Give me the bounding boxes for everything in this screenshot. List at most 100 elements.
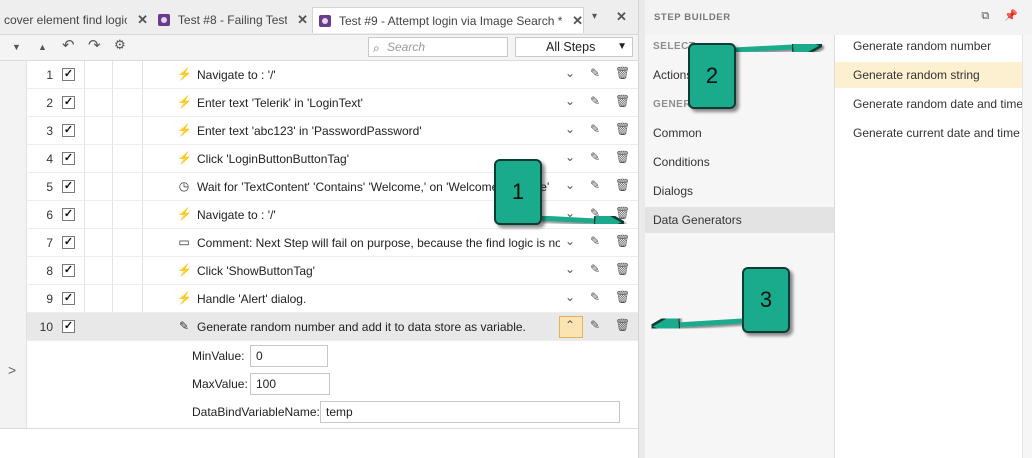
max-value-label: MaxValue:: [192, 377, 248, 391]
document-tab-strip: cover element find logic ✕ Test #8 - Fai…: [0, 0, 638, 35]
step-row[interactable]: 9 ✓ ⚡ Handle 'Alert' dialog. ⌄ ✎ 🗑: [27, 285, 638, 313]
delete-trash-icon[interactable]: 🗑: [615, 178, 630, 192]
delete-trash-icon[interactable]: 🗑: [615, 234, 630, 248]
close-document-icon[interactable]: ✕: [616, 9, 627, 25]
chevron-down-icon[interactable]: ⌄: [565, 66, 575, 80]
chevron-down-icon: ▼: [617, 41, 627, 52]
step-enabled-checkbox[interactable]: ✓: [62, 236, 75, 249]
move-down-icon[interactable]: ▼: [12, 42, 21, 52]
edit-pencil-icon[interactable]: ✎: [590, 262, 600, 276]
category-dialogs[interactable]: Dialogs: [645, 178, 834, 204]
step-builder-title: STEP BUILDER: [654, 12, 731, 23]
tab-close-icon[interactable]: ✕: [572, 13, 583, 29]
databind-variable-input[interactable]: temp: [320, 401, 620, 423]
step-enabled-checkbox[interactable]: ✓: [62, 96, 75, 109]
edit-pencil-icon[interactable]: ✎: [590, 234, 600, 248]
move-up-icon[interactable]: ▲: [38, 42, 47, 52]
filter-selected-value: All Steps: [546, 40, 596, 54]
tab-test-8-failing-test[interactable]: Test #8 - Failing Test ✕: [158, 7, 308, 33]
tab-cover-element-find-logic[interactable]: cover element find logic ✕: [0, 7, 148, 33]
redo-icon[interactable]: ↷: [88, 36, 101, 54]
step-row[interactable]: 2 ✓ ⚡ Enter text 'Telerik' in 'LoginText' ⌄ ✎…: [27, 89, 638, 117]
edit-pencil-icon[interactable]: ✎: [590, 94, 600, 108]
search-input[interactable]: ⌕ Search: [368, 37, 508, 57]
step-builder-scrollbar[interactable]: [1022, 35, 1032, 458]
step-row[interactable]: 8 ✓ ⚡ Click 'ShowButtonTag' ⌄ ✎ 🗑: [27, 257, 638, 285]
step-number: 3: [46, 124, 53, 138]
step-description: Generate random number and add it to dat…: [197, 320, 526, 334]
steps-toolbar: ▼ ▲ ↶ ↷ ⚙ ⌕ Search All Steps ▼: [0, 35, 638, 61]
step-row[interactable]: 10 ✓ ✎ Generate random number and add it to…: [27, 313, 638, 341]
chevron-down-icon[interactable]: ⌄: [565, 234, 575, 248]
delete-trash-icon[interactable]: 🗑: [615, 66, 630, 80]
chevron-down-icon[interactable]: ⌄: [565, 150, 575, 164]
category-actions[interactable]: Actions: [645, 62, 834, 88]
category-conditions[interactable]: Conditions: [645, 149, 834, 175]
tab-close-icon[interactable]: ✕: [297, 12, 308, 28]
pin-icon[interactable]: 📌: [1004, 10, 1018, 22]
category-common[interactable]: Common: [645, 120, 834, 146]
step-enabled-checkbox[interactable]: ✓: [62, 124, 75, 137]
step-enabled-checkbox[interactable]: ✓: [62, 208, 75, 221]
tab-list-dropdown-icon[interactable]: ▾: [592, 11, 597, 22]
step-enabled-checkbox[interactable]: ✓: [62, 292, 75, 305]
step-enabled-checkbox[interactable]: ✓: [62, 264, 75, 277]
chevron-up-icon[interactable]: ⌃: [565, 318, 575, 332]
delete-trash-icon[interactable]: 🗑: [615, 290, 630, 304]
step-enabled-checkbox[interactable]: ✓: [62, 68, 75, 81]
eyedropper-icon: ✎: [178, 319, 190, 333]
step-enabled-checkbox[interactable]: ✓: [62, 180, 75, 193]
chevron-down-icon[interactable]: ⌄: [565, 94, 575, 108]
chevron-down-icon[interactable]: ⌄: [565, 122, 575, 136]
min-value-label: MinValue:: [192, 349, 245, 363]
tab-label: Test #9 - Attempt login via Image Search…: [338, 13, 563, 28]
step-enabled-checkbox[interactable]: ✓: [62, 320, 75, 333]
step-row[interactable]: 5 ✓ ◷ Wait for 'TextContent' 'Contains' 'We…: [27, 173, 638, 201]
step-number: 1: [46, 68, 53, 82]
edit-pencil-icon[interactable]: ✎: [590, 290, 600, 304]
item-generate-random-string[interactable]: Generate random string: [835, 62, 1022, 88]
panel-splitter[interactable]: [638, 0, 645, 458]
min-value-input[interactable]: 0: [250, 345, 328, 367]
expand-panel-chevron-icon[interactable]: >: [8, 362, 16, 378]
delete-trash-icon[interactable]: 🗑: [615, 262, 630, 276]
float-window-icon[interactable]: ⧉: [981, 10, 989, 22]
clock-icon: ◷: [178, 179, 190, 193]
step-row[interactable]: 1 ✓ ⚡ Navigate to : '/' ⌄ ✎ 🗑: [27, 61, 638, 89]
max-value-input[interactable]: 100: [250, 373, 330, 395]
step-options-icon[interactable]: ⚙: [114, 37, 126, 53]
step-row[interactable]: 7 ✓ ▭ Comment: Next Step will fail on purpo…: [27, 229, 638, 257]
lightning-icon: ⚡: [177, 95, 192, 109]
delete-trash-icon[interactable]: 🗑: [615, 206, 630, 220]
tab-test-9-attempt-login[interactable]: Test #9 - Attempt login via Image Search…: [312, 7, 584, 33]
lightning-icon: ⚡: [177, 291, 192, 305]
step-number: 9: [46, 292, 53, 306]
steps-filter-dropdown[interactable]: All Steps ▼: [515, 37, 633, 57]
chevron-down-icon[interactable]: ⌄: [565, 290, 575, 304]
item-generate-current-date-and-time[interactable]: Generate current date and time: [835, 120, 1022, 146]
step-row[interactable]: 4 ✓ ⚡ Click 'LoginButtonButtonTag' ⌄ ✎ 🗑: [27, 145, 638, 173]
category-data-generators[interactable]: Data Generators: [645, 207, 834, 233]
delete-trash-icon[interactable]: 🗑: [615, 94, 630, 108]
item-generate-random-number[interactable]: Generate random number: [835, 33, 1022, 59]
item-generate-random-date-and-time[interactable]: Generate random date and time: [835, 91, 1023, 117]
edit-pencil-icon[interactable]: ✎: [590, 122, 600, 136]
step-row[interactable]: 6 ✓ ⚡ Navigate to : '/' ⌄ ✎ 🗑: [27, 201, 638, 229]
step-builder-header-icons: ⧉ 📌: [981, 9, 1018, 23]
section-header-generic: GENER: [653, 99, 692, 110]
step-row[interactable]: 3 ✓ ⚡ Enter text 'abc123' in 'PasswordPassw…: [27, 117, 638, 145]
chevron-down-icon[interactable]: ⌄: [565, 206, 575, 220]
delete-trash-icon[interactable]: 🗑: [615, 150, 630, 164]
step-enabled-checkbox[interactable]: ✓: [62, 152, 75, 165]
tab-close-icon[interactable]: ✕: [137, 12, 148, 28]
chevron-down-icon[interactable]: ⌄: [565, 178, 575, 192]
edit-pencil-icon[interactable]: ✎: [590, 318, 600, 332]
delete-trash-icon[interactable]: 🗑: [615, 122, 630, 136]
edit-pencil-icon[interactable]: ✎: [590, 206, 600, 220]
chevron-down-icon[interactable]: ⌄: [565, 262, 575, 276]
undo-icon[interactable]: ↶: [62, 36, 75, 54]
edit-pencil-icon[interactable]: ✎: [590, 178, 600, 192]
edit-pencil-icon[interactable]: ✎: [590, 66, 600, 80]
delete-trash-icon[interactable]: 🗑: [615, 318, 630, 332]
edit-pencil-icon[interactable]: ✎: [590, 150, 600, 164]
